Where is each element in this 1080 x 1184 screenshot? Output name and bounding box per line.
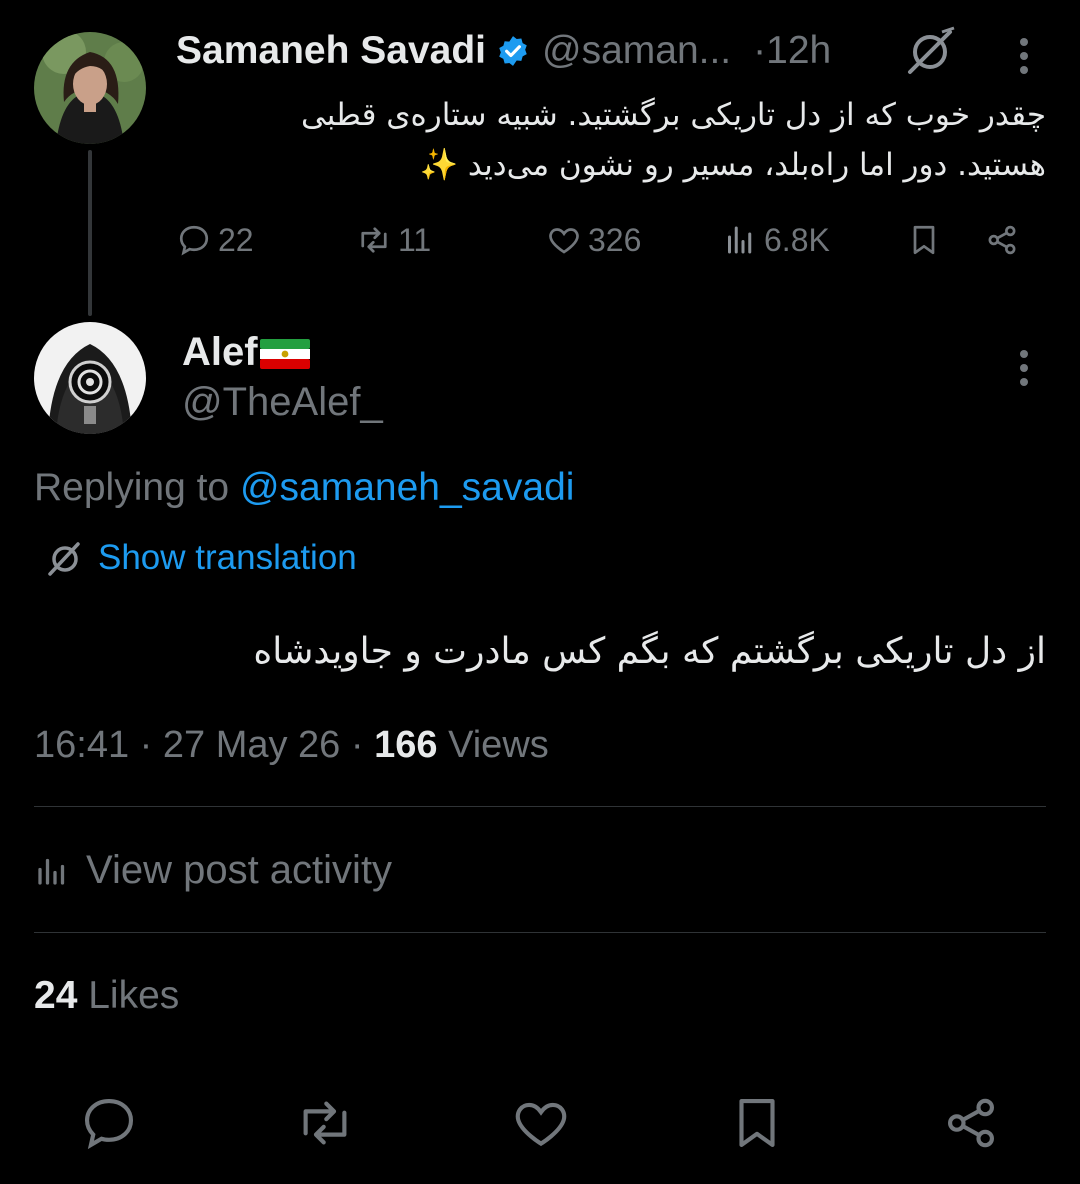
grok-translate-icon (48, 542, 80, 576)
reply-author-avatar[interactable] (34, 322, 146, 434)
repost-button[interactable]: 11 (356, 214, 431, 266)
repost-icon (361, 227, 387, 253)
view-post-activity-label[interactable]: View post activity (86, 848, 392, 893)
parent-actions-bar: 22 11 326 6.8K (176, 214, 1036, 266)
reply-icon (179, 225, 209, 256)
share-icon (988, 225, 1016, 255)
iran-flag-emoji-icon (259, 336, 310, 370)
parent-post-time[interactable]: 12h (766, 29, 831, 72)
reply-count: 22 (218, 221, 254, 258)
parent-more-options-icon[interactable] (1018, 38, 1030, 78)
divider-top (34, 806, 1046, 807)
meta-separator-1: · (139, 724, 153, 766)
likes-label: Likes (88, 974, 180, 1017)
replying-to-line: Replying to @samaneh_savadi (34, 466, 574, 510)
parent-time-separator: · (753, 29, 767, 72)
like-count: 326 (588, 221, 642, 258)
parent-text-line-1: چقدر خوب که از دل تاریکی برگشتید. شبیه س… (300, 97, 1046, 133)
reply-post-text: از دل تاریکی برگشتم که بگم کس مادرت و جا… (253, 631, 1046, 672)
views-icon (728, 226, 752, 254)
views-count: 6.8K (764, 221, 830, 258)
bookmark-button[interactable] (906, 214, 948, 266)
reply-icon-large[interactable] (78, 1090, 140, 1156)
views-label: Views (448, 724, 549, 766)
post-date[interactable]: 27 May 26 (163, 724, 340, 766)
thread-connector-line (88, 150, 92, 316)
views-button[interactable]: 6.8K (722, 214, 830, 266)
post-metadata: 16:41 · 27 May 26 · 166 Views (34, 724, 549, 767)
like-icon-large[interactable] (510, 1090, 572, 1156)
like-icon (549, 228, 579, 254)
like-button[interactable]: 326 (546, 214, 641, 266)
meta-separator-2: · (350, 724, 364, 766)
share-button[interactable] (984, 214, 1026, 266)
reply-actions-bar (0, 1090, 1080, 1160)
parent-post-header: Samaneh Savadi @saman... ·12h (176, 28, 831, 74)
reply-author-handle[interactable]: @TheAlef_ (182, 380, 383, 425)
view-post-activity-button[interactable]: View post activity (34, 848, 392, 893)
likes-summary[interactable]: 24 Likes (34, 974, 179, 1018)
reply-more-options-icon[interactable] (1018, 350, 1030, 390)
analytics-icon (38, 858, 65, 885)
parent-post-text: چقدر خوب که از دل تاریکی برگشتید. شبیه س… (166, 90, 1046, 190)
post-time[interactable]: 16:41 (34, 724, 129, 766)
bookmark-icon (913, 225, 935, 255)
parent-author-handle[interactable]: @saman... (542, 29, 731, 73)
divider-bottom (34, 932, 1046, 933)
show-translation-label[interactable]: Show translation (98, 538, 357, 578)
reply-author-name[interactable]: Alef (182, 330, 258, 375)
grok-icon[interactable] (904, 26, 956, 76)
parent-text-line-2: هستید. دور اما راه‌بلد، مسیر رو نشون می‌… (419, 147, 1046, 183)
repost-icon-large[interactable] (294, 1090, 356, 1156)
show-translation-button[interactable]: Show translation (44, 538, 357, 578)
replying-to-prefix: Replying to (34, 466, 230, 509)
repost-count: 11 (398, 221, 432, 258)
likes-count: 24 (34, 974, 78, 1017)
reply-author-name-row[interactable]: Alef (182, 330, 310, 375)
reply-button[interactable]: 22 (176, 214, 254, 266)
bookmark-icon-large[interactable] (726, 1090, 788, 1156)
views-count-value: 166 (374, 724, 438, 766)
verified-badge-icon[interactable] (496, 34, 530, 68)
share-icon-large[interactable] (940, 1090, 1002, 1156)
replying-to-handle-link[interactable]: @samaneh_savadi (240, 466, 574, 509)
parent-author-name[interactable]: Samaneh Savadi (176, 29, 486, 73)
parent-author-avatar[interactable] (34, 32, 146, 144)
